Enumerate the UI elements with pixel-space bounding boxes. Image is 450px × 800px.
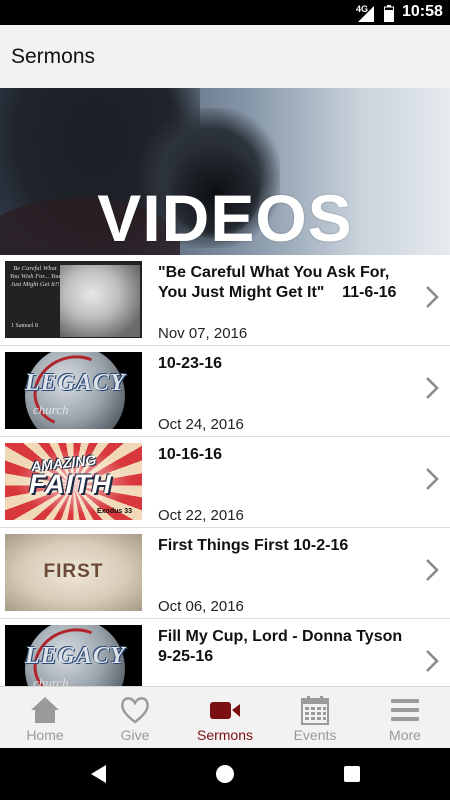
thumbnail-logo-subword: church (33, 402, 69, 417)
back-icon[interactable] (89, 764, 107, 784)
thumbnail-word: FIRST (43, 561, 104, 582)
thumbnail-verse: Exodus 33 (97, 508, 133, 515)
signal-icon (358, 6, 374, 22)
clock: 10:58 (402, 3, 443, 20)
system-navigation-bar (0, 748, 450, 800)
battery-icon (384, 5, 394, 22)
nav-home-label: Home (26, 727, 64, 743)
chevron-right-icon (426, 650, 439, 672)
sermon-list-item[interactable]: LEGACY church 10-23-16 Oct 24, 2016 (0, 346, 450, 437)
nav-sermons-label: Sermons (196, 727, 254, 743)
nav-give-label: Give (120, 727, 150, 743)
thumbnail-reference: 1 Samuel 8 (11, 323, 38, 329)
sermon-list-item[interactable]: Be Careful What You Wish For... You Just… (0, 255, 450, 346)
sermon-list-item[interactable]: LEGACY church Fill My Cup, Lord - Donna … (0, 619, 450, 686)
recent-apps-icon[interactable] (344, 766, 360, 782)
sermon-title: Fill My Cup, Lord - Donna Tyson 9-25-16 (158, 628, 407, 665)
nav-events-label: Events (293, 727, 337, 743)
nav-give[interactable]: Give (90, 687, 180, 749)
calendar-icon (301, 696, 329, 725)
home-icon (31, 697, 59, 723)
sermon-thumbnail: Be Careful What You Wish For... You Just… (5, 261, 142, 338)
bottom-navigation: Home Give Sermons Events More (0, 686, 450, 748)
sermon-date: Oct 22, 2016 (158, 507, 244, 524)
chevron-right-icon (426, 559, 439, 581)
sermon-thumbnail: FIRST (5, 534, 142, 611)
sermon-list-item[interactable]: AMAZING FAITH Exodus 33 10-16-16 Oct 22,… (0, 437, 450, 528)
sermon-thumbnail: AMAZING FAITH Exodus 33 (5, 443, 142, 520)
chevron-right-icon (426, 377, 439, 399)
nav-sermons[interactable]: Sermons (180, 687, 270, 749)
sermon-thumbnail: LEGACY church (5, 352, 142, 429)
nav-more[interactable]: More (360, 687, 450, 749)
sermon-title: First Things First 10-2-16 (158, 537, 349, 554)
sermon-title: "Be Careful What You Ask For, You Just M… (158, 264, 397, 301)
sermon-thumbnail: LEGACY church (5, 625, 142, 686)
banner-title: VIDEOS (97, 181, 353, 255)
sermon-list-item[interactable]: FIRST First Things First 10-2-16 Oct 06,… (0, 528, 450, 619)
sermon-date: Nov 07, 2016 (158, 325, 248, 342)
thumbnail-caption: Be Careful What You Wish For... You Just… (9, 265, 61, 288)
nav-home[interactable]: Home (0, 687, 90, 749)
status-bar: 4G 10:58 (0, 0, 450, 25)
sermon-date: Oct 24, 2016 (158, 416, 244, 433)
nav-more-label: More (389, 727, 421, 743)
thumbnail-main-word: FAITH (29, 469, 112, 499)
sermon-title: 10-23-16 (158, 355, 223, 372)
thumbnail-logo-subword: church (33, 675, 69, 686)
videos-banner: VIDEOS (0, 88, 450, 255)
nav-events[interactable]: Events (270, 687, 360, 749)
sermon-date: Oct 06, 2016 (158, 598, 244, 615)
sermon-list[interactable]: Be Careful What You Wish For... You Just… (0, 255, 450, 686)
thumbnail-photo (60, 265, 140, 337)
chevron-right-icon (426, 468, 439, 490)
chevron-right-icon (426, 286, 439, 308)
page-title: Sermons (11, 45, 96, 68)
app-bar: Sermons (0, 25, 450, 88)
menu-icon (391, 699, 419, 721)
thumbnail-logo-word: LEGACY (25, 643, 126, 669)
video-camera-icon (210, 702, 240, 719)
thumbnail-logo-word: LEGACY (25, 370, 126, 396)
heart-icon (121, 697, 149, 724)
sermon-title: 10-16-16 (158, 446, 223, 463)
home-circle-icon[interactable] (216, 765, 234, 783)
